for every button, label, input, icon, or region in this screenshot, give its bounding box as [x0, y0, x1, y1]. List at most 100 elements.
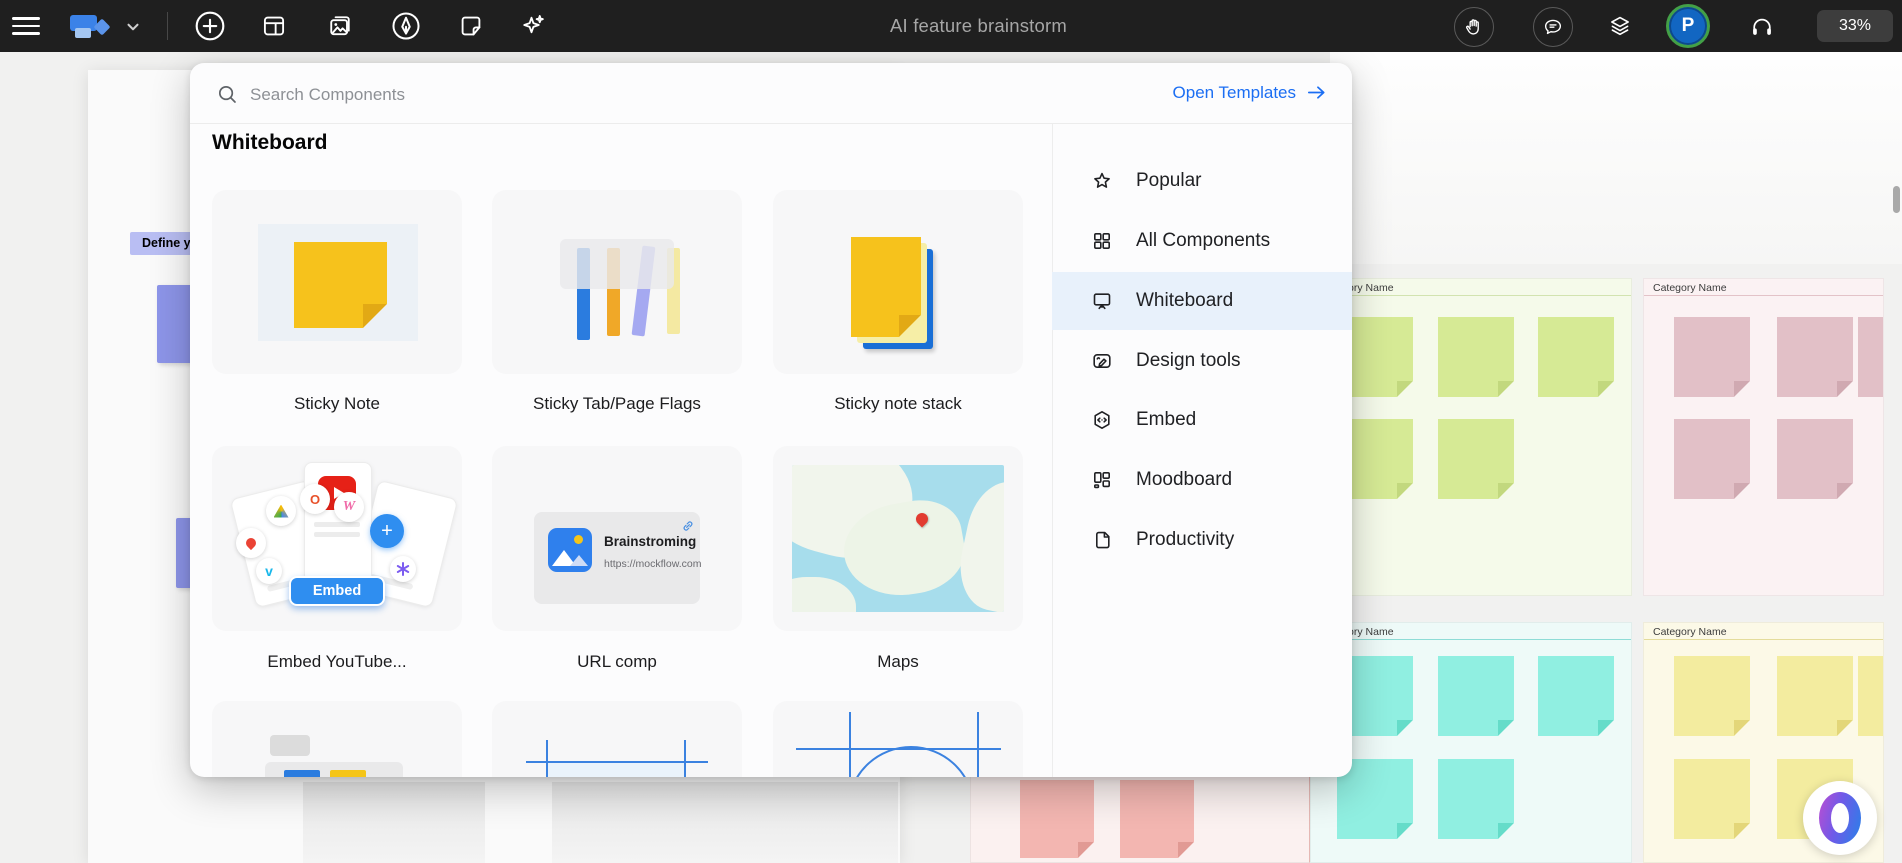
canvas-gray-block[interactable] — [303, 782, 485, 863]
map-preview — [792, 465, 1004, 612]
pen-tool-button[interactable] — [388, 8, 424, 44]
layers-icon — [1607, 13, 1633, 39]
chat-icon — [1542, 16, 1564, 38]
moodboard-icon — [1090, 468, 1114, 492]
sticky-note[interactable] — [1674, 759, 1750, 839]
hand-icon — [1463, 16, 1485, 38]
triangle-icon — [274, 505, 289, 518]
sticky-note[interactable] — [1777, 656, 1853, 736]
sticky-note[interactable] — [1120, 780, 1194, 858]
sticky-note[interactable] — [1858, 317, 1884, 397]
search-icon — [216, 83, 239, 106]
image-tool-button[interactable] — [322, 8, 358, 44]
category-box-green[interactable]: Category Name — [1310, 278, 1632, 596]
embed-icon — [1090, 408, 1114, 432]
sticky-note[interactable] — [1438, 656, 1514, 736]
url-card-title: Brainstroming — [604, 534, 696, 549]
arrow-right-icon — [1305, 81, 1328, 104]
sticky-note-icon — [457, 12, 485, 40]
component-card-partial-2[interactable] — [492, 701, 742, 777]
component-card-sticky-note[interactable] — [212, 190, 462, 374]
component-card-maps[interactable] — [773, 446, 1023, 631]
card-label: Sticky note stack — [773, 394, 1023, 414]
board-title[interactable]: AI feature brainstorm — [890, 15, 1067, 37]
plus-badge: + — [370, 514, 404, 548]
card-label: URL comp — [492, 652, 742, 672]
opera-o-icon — [1819, 792, 1861, 844]
ai-tool-button[interactable] — [514, 8, 550, 44]
url-card-url: https://mockflow.com — [604, 558, 701, 570]
category-item-popular[interactable]: Popular — [1052, 152, 1352, 210]
zoom-level-button[interactable]: 33% — [1817, 10, 1893, 42]
chevron-down-icon[interactable] — [124, 18, 142, 36]
category-item-embed[interactable]: Embed — [1052, 391, 1352, 449]
sticky-note[interactable] — [1777, 419, 1853, 499]
open-templates-link[interactable]: Open Templates — [1173, 81, 1328, 104]
o-badge: O — [300, 484, 330, 514]
category-item-productivity[interactable]: Productivity — [1052, 511, 1352, 569]
scrollbar-thumb[interactable] — [1893, 186, 1900, 213]
panel-divider — [190, 123, 1352, 124]
category-label: Productivity — [1136, 529, 1234, 551]
sticky-note[interactable] — [1777, 317, 1853, 397]
sticky-note[interactable] — [1020, 780, 1094, 858]
component-card-url[interactable]: Brainstroming https://mockflow.com — [492, 446, 742, 631]
app-logo[interactable] — [70, 14, 114, 40]
add-button[interactable] — [192, 8, 228, 44]
sticky-note[interactable] — [1674, 656, 1750, 736]
map-pin-badge — [236, 528, 266, 558]
card-label: Embed YouTube... — [212, 652, 462, 672]
category-box-salmon[interactable] — [970, 776, 1310, 863]
plus-circle-icon — [193, 9, 227, 43]
category-box-cyan[interactable]: Category Name — [1310, 622, 1632, 863]
bar-yellow — [330, 770, 366, 777]
hamburger-menu-button[interactable] — [12, 17, 40, 35]
sticky-note[interactable] — [1674, 419, 1750, 499]
pen-circle-icon — [390, 10, 422, 42]
image-thumb-icon — [548, 528, 592, 572]
user-avatar[interactable]: P — [1666, 4, 1710, 48]
productivity-icon — [1090, 528, 1114, 552]
stack-note-front — [851, 237, 921, 337]
map-pin-icon — [244, 536, 258, 550]
category-label: All Components — [1136, 230, 1270, 252]
sticky-note[interactable] — [1438, 419, 1514, 499]
component-card-partial-3[interactable] — [773, 701, 1023, 777]
sticky-note-tool-button[interactable] — [453, 8, 489, 44]
ruler-tick — [546, 740, 548, 777]
category-label: Whiteboard — [1136, 290, 1233, 312]
layers-button[interactable] — [1602, 8, 1638, 44]
component-card-embed-youtube[interactable]: O W + v Embed — [212, 446, 462, 631]
sticky-note[interactable] — [1438, 317, 1514, 397]
asterisk-badge — [390, 556, 416, 582]
opera-logo[interactable] — [1803, 781, 1877, 855]
category-item-design-tools[interactable]: Design tools — [1052, 332, 1352, 390]
audio-button[interactable] — [1744, 8, 1780, 44]
sticky-note[interactable] — [1438, 759, 1514, 839]
layout-tool-button[interactable] — [256, 8, 292, 44]
sticky-note[interactable] — [1674, 317, 1750, 397]
canvas-gray-block[interactable] — [552, 782, 898, 863]
embed-button-preview: Embed — [289, 576, 385, 606]
category-box-pink[interactable]: Category Name — [1643, 278, 1884, 596]
toolbar-divider — [167, 12, 168, 40]
component-card-partial-1[interactable] — [212, 701, 462, 777]
search-input[interactable] — [248, 79, 812, 111]
category-item-moodboard[interactable]: Moodboard — [1052, 451, 1352, 509]
card-label: Sticky Note — [212, 394, 462, 414]
category-item-whiteboard[interactable]: Whiteboard — [1052, 272, 1352, 330]
sticky-note[interactable] — [1538, 656, 1614, 736]
component-card-sticky-tabs[interactable] — [492, 190, 742, 374]
sticky-note[interactable] — [1538, 317, 1614, 397]
vimeo-badge: v — [256, 558, 282, 584]
sticky-note[interactable] — [1858, 656, 1884, 736]
pan-tool-button[interactable] — [1454, 7, 1494, 47]
asterisk-icon — [396, 562, 410, 576]
comments-button[interactable] — [1533, 7, 1573, 47]
grid-icon — [1090, 229, 1114, 253]
tab-holder — [560, 239, 674, 289]
ruler-fill — [548, 763, 684, 777]
component-card-sticky-stack[interactable] — [773, 190, 1023, 374]
category-item-all-components[interactable]: All Components — [1052, 212, 1352, 270]
placeholder-line — [314, 522, 360, 527]
